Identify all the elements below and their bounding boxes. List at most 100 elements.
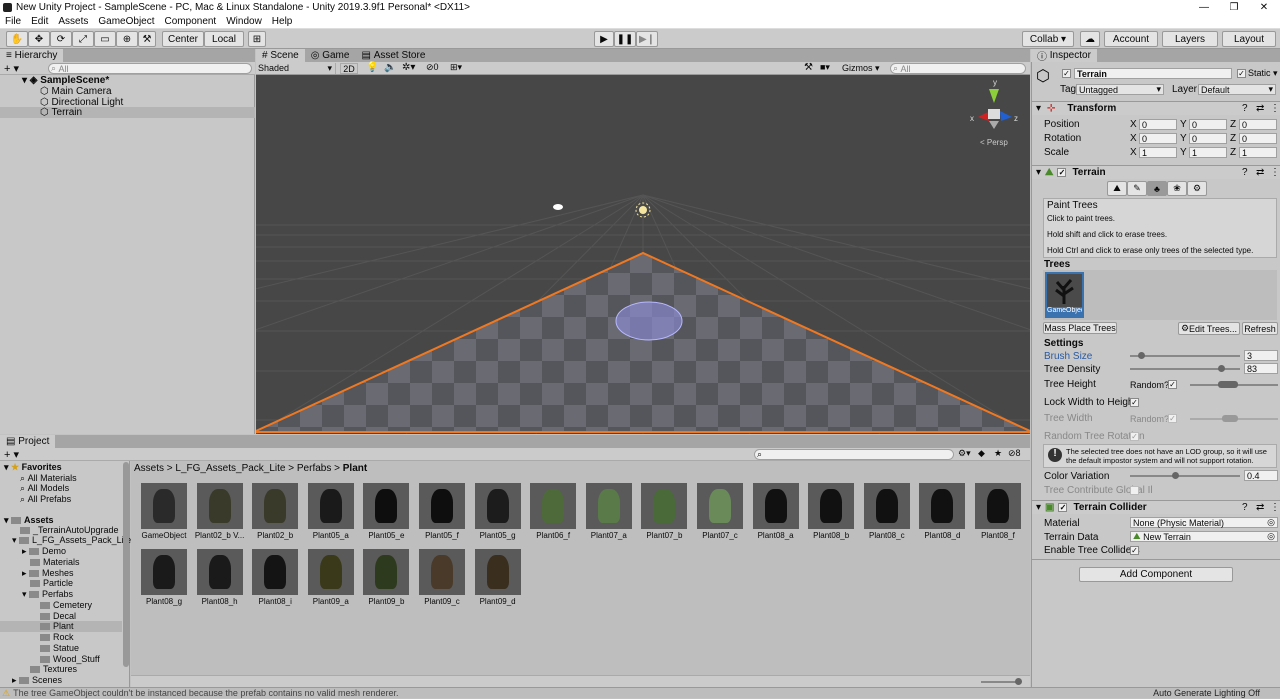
object-name-input[interactable]: Terrain: [1074, 68, 1232, 79]
color-variation-input[interactable]: 0.4: [1244, 470, 1278, 481]
breadcrumb-perfabs[interactable]: Perfabs: [297, 463, 331, 474]
tab-inspector[interactable]: ⓘ Inspector: [1031, 49, 1097, 63]
transform-z-input[interactable]: 1: [1239, 147, 1277, 158]
asset-thumbnail[interactable]: [474, 483, 521, 529]
help-icon[interactable]: ?: [1242, 103, 1248, 114]
tree-prototype-item[interactable]: GameObject: [1045, 272, 1084, 318]
tab-scene[interactable]: # Scene: [256, 49, 305, 62]
maximize-button[interactable]: ❐: [1220, 0, 1248, 15]
play-button[interactable]: ▶: [594, 31, 614, 47]
paint-details-tool-icon[interactable]: ❀: [1167, 181, 1187, 196]
refresh-button[interactable]: Refresh: [1242, 322, 1278, 335]
auto-lighting-status[interactable]: Auto Generate Lighting Off: [1153, 688, 1260, 698]
transform-x-input[interactable]: 1: [1139, 147, 1177, 158]
asset-thumbnail[interactable]: [919, 483, 966, 529]
scene-search-input[interactable]: ⌕ All: [890, 63, 1026, 74]
tab-project[interactable]: ▤ Project: [0, 435, 56, 448]
hidden-packages-toggle[interactable]: ⊘8: [1008, 448, 1021, 459]
asset-thumbnail[interactable]: [252, 549, 299, 595]
asset-thumbnail[interactable]: [363, 549, 410, 595]
raise-terrain-tool-icon[interactable]: ⛰: [1107, 181, 1127, 196]
persp-label[interactable]: < Persp: [980, 138, 1008, 147]
edit-trees-button[interactable]: ⚙ Edit Trees...: [1178, 322, 1240, 335]
asset-thumbnail[interactable]: [808, 483, 855, 529]
folder-decal[interactable]: Decal: [40, 611, 76, 621]
help-icon[interactable]: ?: [1242, 167, 1248, 178]
search-by-label-icon[interactable]: ◆: [978, 448, 985, 459]
transform-x-input[interactable]: 0: [1139, 119, 1177, 130]
favorite-star-icon[interactable]: ★: [994, 448, 1002, 459]
help-icon[interactable]: ?: [1242, 502, 1248, 513]
asset-thumbnail[interactable]: [863, 483, 910, 529]
folder-wood-stuff[interactable]: Wood_Stuff: [40, 654, 100, 664]
effects-icon[interactable]: ✲▾: [402, 62, 415, 73]
terrain-settings-tool-icon[interactable]: ⚙: [1187, 181, 1207, 196]
asset-thumbnail[interactable]: [585, 483, 632, 529]
folder-tree-scrollbar[interactable]: [123, 462, 129, 667]
folder-perfabs[interactable]: ▾ Perfabs: [22, 589, 73, 600]
collider-enabled-checkbox[interactable]: ✓: [1058, 503, 1068, 512]
object-picker-icon[interactable]: ◎: [1267, 517, 1275, 528]
gizmos-dropdown[interactable]: Gizmos ▾: [842, 63, 880, 74]
shading-mode-dropdown[interactable]: Shaded ▾: [258, 63, 336, 74]
asset-thumbnail[interactable]: [530, 483, 577, 529]
terrain-data-field[interactable]: ⛰ New Terrain ◎: [1130, 531, 1278, 542]
asset-thumbnail[interactable]: [641, 483, 688, 529]
menu-gameobject[interactable]: GameObject: [93, 16, 159, 27]
menu-component[interactable]: Component: [160, 16, 222, 27]
tab-game[interactable]: ◎ Game: [305, 49, 356, 62]
asset-thumbnail[interactable]: [419, 549, 465, 595]
asset-thumbnail[interactable]: [975, 483, 1021, 529]
asset-thumbnail[interactable]: [307, 549, 354, 595]
layer-dropdown[interactable]: Default ▾: [1198, 84, 1276, 95]
step-button[interactable]: ▶❙: [636, 31, 658, 47]
tab-asset-store[interactable]: ▤ Asset Store: [355, 49, 431, 62]
folder-meshes[interactable]: ▸ Meshes: [22, 568, 74, 579]
tree-height-range-thumb[interactable]: [1218, 381, 1238, 388]
assets-header[interactable]: ▾ Assets: [4, 515, 54, 526]
layout-dropdown[interactable]: Layout: [1222, 31, 1276, 47]
menu-window[interactable]: Window: [221, 16, 267, 27]
hierarchy-item-terrain[interactable]: ⬡ Terrain: [40, 107, 82, 118]
component-menu-icon[interactable]: ⋮: [1270, 502, 1280, 513]
folder-statue[interactable]: Statue: [40, 643, 79, 653]
transform-y-input[interactable]: 1: [1189, 147, 1227, 158]
pivot-local-button[interactable]: Local: [204, 31, 244, 47]
breadcrumb-pack[interactable]: L_FG_Assets_Pack_Lite: [175, 463, 285, 474]
lock-width-checkbox[interactable]: ✓: [1130, 398, 1139, 407]
folder-demo[interactable]: ▸ Demo: [22, 546, 66, 557]
lighting-icon[interactable]: 💡: [366, 62, 378, 73]
favorite-all-prefabs[interactable]: ⌕ All Prefabs: [20, 494, 71, 505]
move-tool-icon[interactable]: ✥: [28, 31, 50, 47]
presets-icon[interactable]: ⇄: [1256, 167, 1264, 178]
status-message[interactable]: The tree GameObject couldn't be instance…: [13, 688, 398, 698]
terrain-collider-header[interactable]: ▾ ▣ ✓ Terrain Collider ? ⇄ ⋮: [1032, 500, 1280, 514]
thumbnail-size-knob[interactable]: [1015, 678, 1022, 685]
rotate-tool-icon[interactable]: ⟳: [50, 31, 72, 47]
folder-terrain-auto-upgrade[interactable]: _TerrainAutoUpgrade: [20, 525, 119, 535]
object-picker-icon[interactable]: ◎: [1267, 531, 1275, 542]
add-component-button[interactable]: Add Component: [1079, 567, 1233, 582]
tree-density-input[interactable]: 83: [1244, 363, 1278, 374]
folder-materials[interactable]: Materials: [30, 557, 80, 567]
tools-icon[interactable]: ⚒: [804, 62, 813, 73]
asset-thumbnail[interactable]: [363, 483, 410, 529]
cloud-icon[interactable]: ☁: [1080, 31, 1100, 47]
static-checkbox[interactable]: ✓: [1237, 69, 1246, 78]
component-menu-icon[interactable]: ⋮: [1270, 103, 1280, 114]
folder-plant[interactable]: Plant: [40, 621, 74, 631]
paint-trees-tool-icon[interactable]: ♣: [1147, 181, 1167, 196]
brush-size-slider[interactable]: [1130, 355, 1240, 357]
scene-root[interactable]: ▾ ◈ SampleScene*: [22, 75, 109, 86]
menu-help[interactable]: Help: [267, 16, 298, 27]
asset-thumbnail[interactable]: [474, 549, 521, 595]
transform-tool-icon[interactable]: ⊕: [116, 31, 138, 47]
pause-button[interactable]: ❚❚: [614, 31, 636, 47]
presets-icon[interactable]: ⇄: [1256, 502, 1264, 513]
transform-y-input[interactable]: 0: [1189, 133, 1227, 144]
2d-toggle[interactable]: 2D: [340, 63, 358, 74]
tree-height-random-checkbox[interactable]: ✓: [1168, 380, 1177, 389]
hidden-objects-toggle[interactable]: ⊘0: [426, 62, 439, 73]
add-object-button[interactable]: + ▾: [4, 62, 19, 75]
asset-thumbnail[interactable]: [141, 483, 187, 529]
